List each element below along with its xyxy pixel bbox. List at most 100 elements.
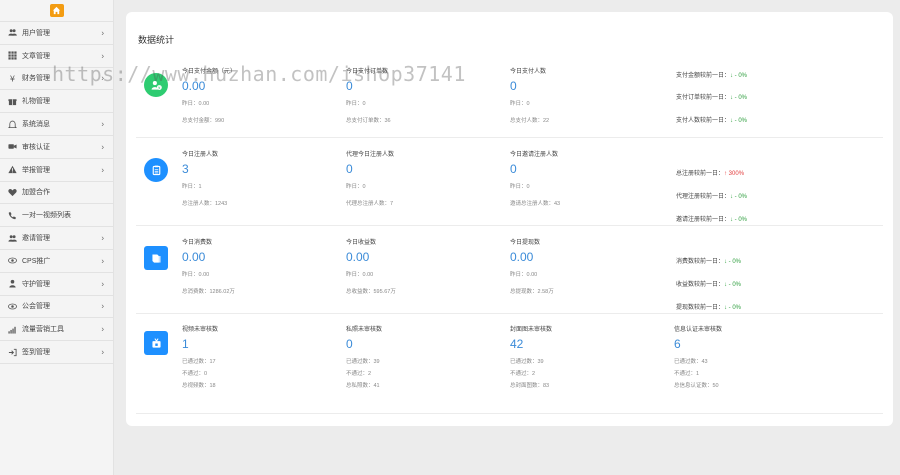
sidebar-item-label: 礼物管理 bbox=[22, 98, 50, 106]
svg-text:¥: ¥ bbox=[9, 74, 14, 83]
stat-approved: 已通过数：17 bbox=[182, 359, 216, 365]
stat-photo-review: 私照未审核数 0 已通过数：39 不通过：2 总私照数：41 bbox=[346, 324, 496, 389]
review-stats-row: 视频未审核数 1 已通过数：17 不通过：0 总视频数：18 私照未审核数 0 … bbox=[136, 314, 883, 414]
chevron-right-icon: › bbox=[101, 142, 104, 152]
stat-yesterday: 昨日：0 bbox=[510, 184, 530, 190]
stat-value: 0.00 bbox=[346, 250, 370, 264]
stat-info-review: 信息认证未审核数 6 已通过数：43 不通过：1 总信息认证数：50 bbox=[674, 324, 824, 389]
stat-label: 封面图未审核数 bbox=[510, 327, 553, 333]
sidebar-item-label: 公会管理 bbox=[22, 303, 50, 311]
statistics-panel: 数据统计 ¥ 今日支付金额（元） 0.00 昨日：0.00 总支付金额：990 … bbox=[126, 12, 893, 426]
sidebar-item[interactable]: 用户管理 › bbox=[0, 22, 113, 45]
stat-value: 3 bbox=[182, 162, 189, 176]
chevron-right-icon: › bbox=[101, 324, 104, 334]
compare-line: 支付订单较前一日：↓ - 0% bbox=[676, 95, 748, 101]
stat-label: 今日提现数 bbox=[510, 240, 541, 246]
chevron-right-icon: › bbox=[101, 301, 104, 311]
stat-total: 总注册人数：1243 bbox=[182, 201, 228, 207]
stat-label: 视频未审核数 bbox=[182, 327, 219, 333]
warning-icon bbox=[7, 165, 17, 175]
sidebar-item-label: 审核认证 bbox=[22, 143, 50, 151]
sidebar-item[interactable]: ¥ 财务管理 › bbox=[0, 68, 113, 91]
stat-value: 0 bbox=[510, 79, 517, 93]
clipboard-icon bbox=[144, 158, 168, 182]
stat-rejected: 不通过：0 bbox=[182, 371, 208, 377]
stat-invite-register: 今日邀请注册人数 0 昨日：0 邀请总注册人数：43 bbox=[510, 149, 660, 207]
stat-rejected: 不通过：2 bbox=[346, 371, 372, 377]
stat-label: 私照未审核数 bbox=[346, 327, 383, 333]
payment-stats-row: ¥ 今日支付金额（元） 0.00 昨日：0.00 总支付金额：990 今日支付订… bbox=[136, 60, 883, 138]
bell-icon bbox=[7, 119, 17, 129]
sidebar-item-label: 加盟合作 bbox=[22, 189, 50, 197]
sidebar-item[interactable]: 签到管理 › bbox=[0, 341, 113, 364]
stat-total: 总支付人数：22 bbox=[510, 118, 550, 124]
sidebar-item[interactable]: 文章管理 › bbox=[0, 45, 113, 68]
users-icon bbox=[7, 28, 17, 38]
stat-total: 总支付订单数：36 bbox=[346, 118, 391, 124]
stat-value: 0 bbox=[346, 162, 353, 176]
sidebar-item[interactable]: CPS推广 › bbox=[0, 250, 113, 273]
stat-approved: 已通过数：39 bbox=[346, 359, 380, 365]
home-icon[interactable] bbox=[49, 4, 64, 17]
chevron-right-icon: › bbox=[101, 165, 104, 175]
sidebar-item[interactable]: 加盟合作 bbox=[0, 182, 113, 205]
sidebar-item[interactable]: 流量营销工具 › bbox=[0, 318, 113, 342]
heart-icon bbox=[7, 187, 17, 197]
stat-label: 今日支付金额（元） bbox=[182, 69, 237, 75]
signal-icon bbox=[7, 324, 17, 334]
chevron-right-icon: › bbox=[101, 73, 104, 83]
sidebar-item[interactable]: 公会管理 › bbox=[0, 296, 113, 319]
users2-icon bbox=[7, 233, 17, 243]
chevron-right-icon: › bbox=[101, 279, 104, 289]
chevron-right-icon: › bbox=[101, 119, 104, 129]
sidebar-item[interactable]: 一对一视频列表 bbox=[0, 204, 113, 228]
sidebar-item-label: 系统消息 bbox=[22, 121, 50, 129]
grid-icon bbox=[7, 51, 17, 61]
sidebar-item[interactable]: 邀请管理 › bbox=[0, 227, 113, 250]
stat-label: 今日消费数 bbox=[182, 240, 213, 246]
stat-value: 42 bbox=[510, 337, 524, 351]
sidebar-item-label: 签到管理 bbox=[22, 349, 50, 357]
yen-icon: ¥ bbox=[7, 73, 17, 83]
sidebar-item-label: 文章管理 bbox=[22, 52, 50, 60]
stat-rejected: 不通过：2 bbox=[510, 371, 536, 377]
stat-total: 总收益数：595.67万 bbox=[346, 289, 396, 295]
sidebar-item[interactable]: 礼物管理 bbox=[0, 90, 113, 114]
stat-total: 代理总注册人数：7 bbox=[346, 201, 394, 207]
sidebar-item-label: CPS推广 bbox=[22, 257, 51, 265]
stat-payment-users: 今日支付人数 0 昨日：0 总支付人数：22 bbox=[510, 66, 660, 124]
stat-income: 今日收益数 0.00 昨日：0.00 总收益数：595.67万 bbox=[346, 237, 496, 295]
stat-consume: 今日消费数 0.00 昨日：0.00 总消费数：1286.02万 bbox=[182, 237, 332, 295]
compare-line: 代理注册较前一日：↓ - 0% bbox=[676, 194, 748, 200]
eye2-icon bbox=[7, 301, 17, 311]
stat-total: 邀请总注册人数：43 bbox=[510, 201, 561, 207]
gift-icon bbox=[7, 96, 17, 106]
sidebar-item-label: 财务管理 bbox=[22, 75, 50, 83]
sidebar-item[interactable]: 举报管理 › bbox=[0, 159, 113, 182]
stat-label: 今日支付订单数 bbox=[346, 69, 389, 75]
sidebar-item-label: 守护管理 bbox=[22, 280, 50, 288]
stat-value: 6 bbox=[674, 337, 681, 351]
compare-line: 消费数较前一日：↓ - 0% bbox=[676, 259, 742, 265]
signin-icon bbox=[7, 347, 17, 357]
compare-line: 支付人数较前一日：↓ - 0% bbox=[676, 118, 748, 124]
sidebar-item-label: 用户管理 bbox=[22, 29, 50, 37]
stat-value: 0.00 bbox=[182, 250, 206, 264]
consume-stats-row: 今日消费数 0.00 昨日：0.00 总消费数：1286.02万 今日收益数 0… bbox=[136, 226, 883, 314]
stat-yesterday: 昨日：0 bbox=[510, 101, 530, 107]
stat-label: 今日邀请注册人数 bbox=[510, 152, 559, 158]
sidebar-item[interactable]: 系统消息 › bbox=[0, 113, 113, 136]
stat-label: 代理今日注册人数 bbox=[346, 152, 395, 158]
stat-payment-orders: 今日支付订单数 0 昨日：0 总支付订单数：36 bbox=[346, 66, 496, 124]
page-title: 数据统计 bbox=[138, 35, 175, 45]
stat-yesterday: 昨日：1 bbox=[182, 184, 202, 190]
stat-approved: 已通过数：39 bbox=[510, 359, 544, 365]
chevron-right-icon: › bbox=[101, 28, 104, 38]
sidebar-item[interactable]: 审核认证 › bbox=[0, 136, 113, 159]
stat-total: 总信息认证数：50 bbox=[674, 383, 719, 389]
sidebar-header bbox=[0, 0, 113, 22]
stat-yesterday: 昨日：0.00 bbox=[182, 272, 210, 278]
stat-total: 总封面图数：83 bbox=[510, 383, 550, 389]
sidebar: 用户管理 › 文章管理 › ¥ 财务管理 › 礼物管理 系统消息 › 审核认证 › 举报管理 › 加盟合作一… bbox=[0, 0, 114, 475]
sidebar-item[interactable]: 守护管理 › bbox=[0, 273, 113, 296]
